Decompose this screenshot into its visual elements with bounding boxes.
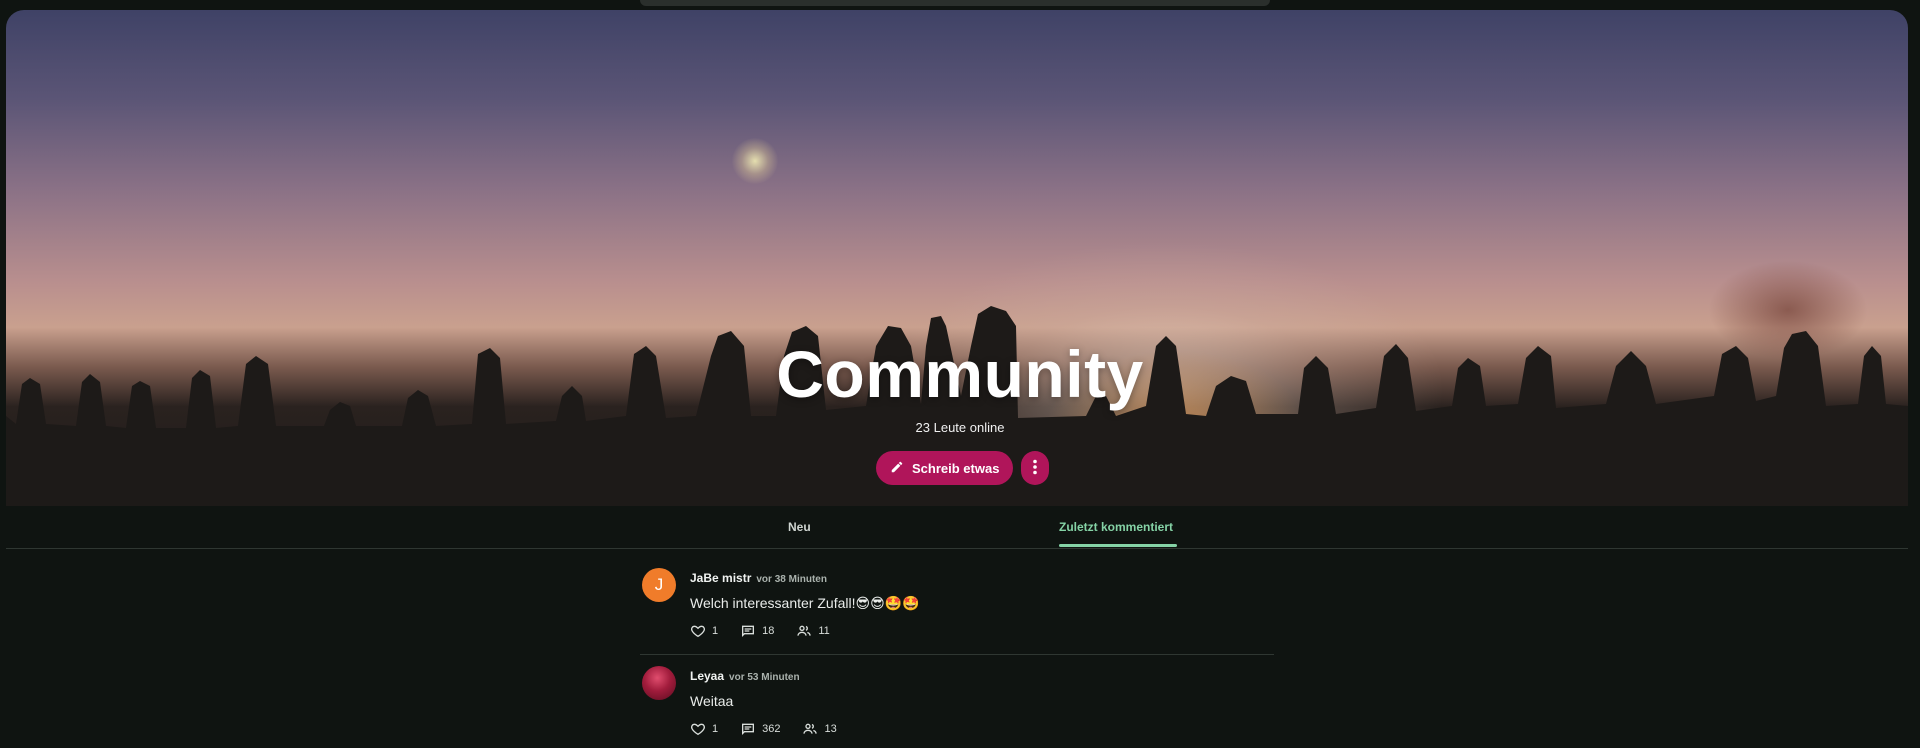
post-meta: Leyaa vor 53 Minuten: [690, 669, 800, 683]
comment-icon: [740, 721, 756, 737]
feed-tabs: Neu Zuletzt kommentiert: [6, 506, 1908, 549]
more-vertical-icon: [1032, 459, 1038, 478]
more-options-button[interactable]: [1021, 451, 1050, 485]
comment-button[interactable]: 18: [740, 623, 774, 639]
window-top-handle: [640, 0, 1270, 6]
post-author[interactable]: JaBe mistr: [690, 571, 751, 585]
post-stats: 1 362 13: [690, 721, 859, 737]
post-text: Welch interessanter Zufall!😎😎🤩🤩: [690, 595, 920, 611]
avatar[interactable]: J: [642, 568, 676, 602]
heart-icon: [690, 721, 706, 737]
followers-button[interactable]: 11: [796, 623, 830, 639]
post-item[interactable]: J JaBe mistr vor 38 Minuten Welch interes…: [640, 566, 1274, 655]
comment-count: 18: [762, 625, 775, 637]
post-stats: 1 18 11: [690, 623, 852, 639]
online-count: 23 Leute online: [915, 420, 1005, 435]
like-count: 1: [712, 723, 719, 735]
write-post-label: Schreib etwas: [912, 460, 1000, 476]
tab-new[interactable]: Neu: [788, 520, 811, 534]
people-icon: [796, 623, 812, 639]
post-time: vor 38 Minuten: [756, 574, 827, 585]
tab-recently-commented[interactable]: Zuletzt kommentiert: [1059, 520, 1173, 534]
comment-button[interactable]: 362: [740, 721, 780, 737]
avatar[interactable]: [642, 666, 676, 700]
hero-actions: Schreib etwas: [876, 451, 1050, 485]
post-meta: JaBe mistr vor 38 Minuten: [690, 571, 827, 585]
followers-count: 11: [818, 625, 830, 637]
active-tab-indicator: [1059, 544, 1177, 547]
post-time: vor 53 Minuten: [729, 672, 800, 683]
comment-count: 362: [762, 723, 781, 735]
post-author[interactable]: Leyaa: [690, 669, 724, 683]
comment-icon: [740, 623, 756, 639]
pencil-icon: [890, 460, 904, 477]
like-button[interactable]: 1: [690, 721, 718, 737]
sun-flare: [732, 138, 778, 184]
heart-icon: [690, 623, 706, 639]
like-count: 1: [712, 625, 719, 637]
like-button[interactable]: 1: [690, 623, 718, 639]
community-title: Community: [776, 337, 1144, 411]
write-post-button[interactable]: Schreib etwas: [876, 451, 1014, 485]
followers-button[interactable]: 13: [802, 721, 837, 737]
post-text: Weitaa: [690, 693, 734, 709]
people-icon: [802, 721, 818, 737]
followers-count: 13: [824, 723, 837, 735]
